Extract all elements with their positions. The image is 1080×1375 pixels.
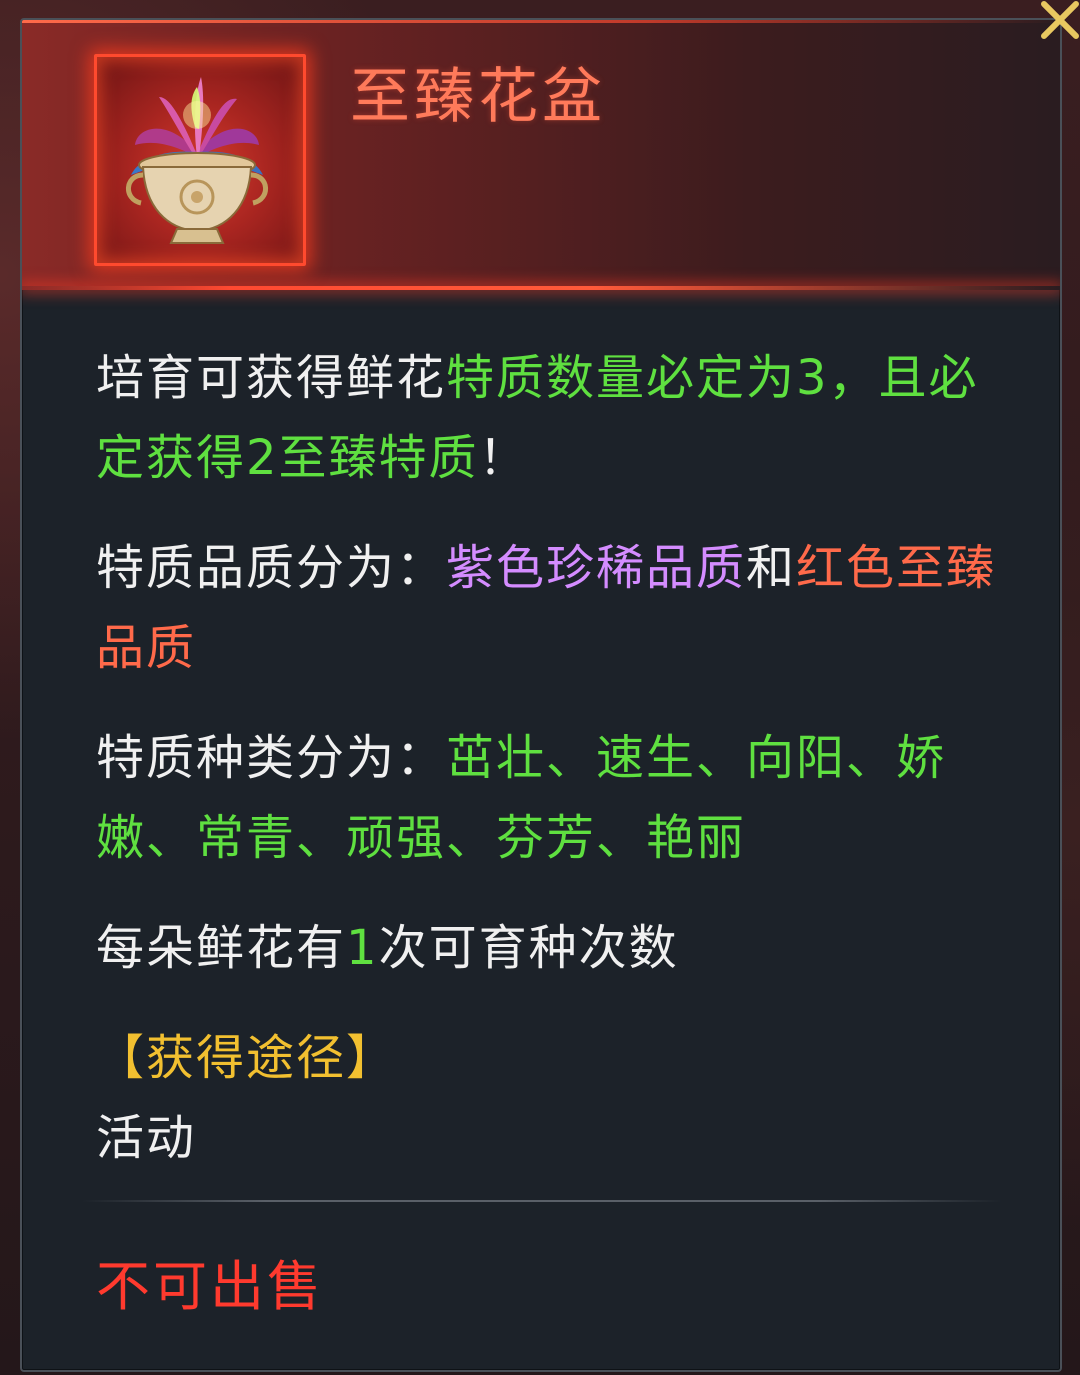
description-text: 和 bbox=[746, 540, 797, 596]
item-icon-frame bbox=[94, 54, 306, 266]
source-heading: 【获得途径】 bbox=[96, 1030, 397, 1086]
item-tooltip-panel: 至臻花盆 培育可获得鲜花特质数量必定为3，且必定获得2至臻特质！ 特质品质分为：… bbox=[20, 18, 1062, 1372]
description-paragraph: 每朵鲜花有1次可育种次数 bbox=[96, 908, 1026, 988]
close-button[interactable] bbox=[1026, 0, 1080, 54]
description-text: 特质品质分为： bbox=[96, 540, 447, 596]
item-description: 培育可获得鲜花特质数量必定为3，且必定获得2至臻特质！ 特质品质分为：紫色珍稀品… bbox=[96, 338, 1026, 1178]
description-text: 每朵鲜花有 bbox=[96, 920, 347, 976]
item-name: 至臻花盆 bbox=[350, 62, 606, 132]
purple-quality-label: 紫色珍稀品质 bbox=[446, 540, 747, 596]
description-text: 次可育种次数 bbox=[378, 920, 679, 976]
breeding-count-value: 1 bbox=[346, 920, 379, 976]
source-value: 活动 bbox=[96, 1110, 197, 1166]
description-paragraph: 特质品质分为：紫色珍稀品质和红色至臻品质 bbox=[96, 528, 1026, 688]
close-icon bbox=[1041, 1, 1079, 39]
sell-status: 不可出售 bbox=[96, 1255, 324, 1318]
header-top-glow bbox=[22, 20, 1060, 23]
header-divider-glow bbox=[22, 286, 1060, 290]
footer-divider bbox=[82, 1200, 1002, 1202]
flower-pot-icon bbox=[126, 77, 268, 244]
description-paragraph: 特质种类分为：茁壮、速生、向阳、娇嫩、常青、顽强、芬芳、艳丽 bbox=[96, 718, 1026, 878]
description-text: 培育可获得鲜花 bbox=[96, 350, 447, 406]
description-paragraph: 培育可获得鲜花特质数量必定为3，且必定获得2至臻特质！ bbox=[96, 338, 1026, 498]
description-text: ！ bbox=[478, 430, 529, 486]
description-text: 特质种类分为： bbox=[96, 730, 447, 786]
